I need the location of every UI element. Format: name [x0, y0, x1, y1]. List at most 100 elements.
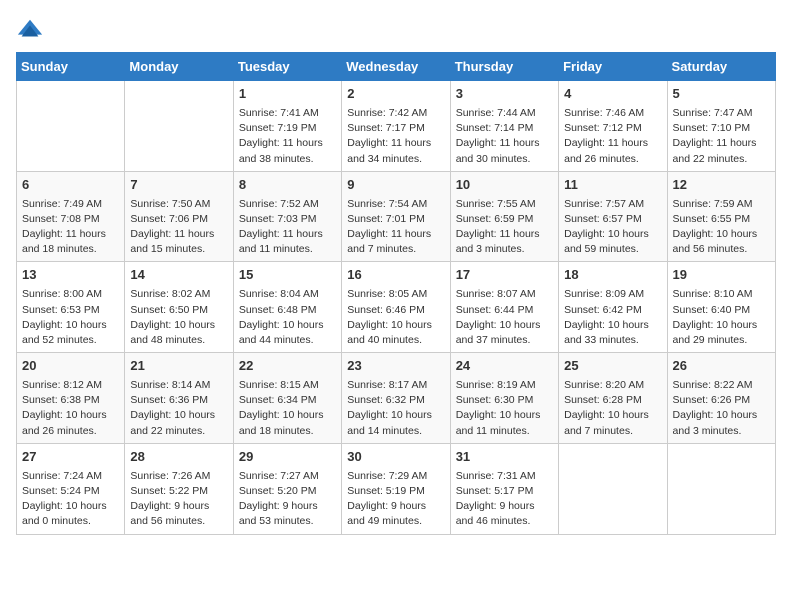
day-number: 29	[239, 448, 336, 467]
day-number: 16	[347, 266, 444, 285]
day-cell-26: 26 Sunrise: 8:22 AM Sunset: 6:26 PM Dayli…	[667, 353, 775, 444]
column-header-sunday: Sunday	[17, 53, 125, 81]
day-number: 25	[564, 357, 661, 376]
day-content: Sunrise: 8:15 AM Sunset: 6:34 PM Dayligh…	[239, 378, 336, 439]
day-cell-27: 27Sunrise: 7:24 AM Sunset: 5:24 PM Dayli…	[17, 443, 125, 534]
week-row-4: 20 Sunrise: 8:12 AM Sunset: 6:38 PM Dayli…	[17, 353, 776, 444]
day-cell-4: 4 Sunrise: 7:46 AM Sunset: 7:12 PM Daylig…	[559, 81, 667, 172]
day-cell-29: 29 Sunrise: 7:27 AM Sunset: 5:20 PM Dayli…	[233, 443, 341, 534]
week-row-5: 27Sunrise: 7:24 AM Sunset: 5:24 PM Dayli…	[17, 443, 776, 534]
day-cell-12: 12Sunrise: 7:59 AM Sunset: 6:55 PM Dayli…	[667, 171, 775, 262]
day-cell-23: 23 Sunrise: 8:17 AM Sunset: 6:32 PM Dayli…	[342, 353, 450, 444]
day-number: 30	[347, 448, 444, 467]
day-number: 23	[347, 357, 444, 376]
day-number: 18	[564, 266, 661, 285]
day-number: 31	[456, 448, 553, 467]
day-number: 27	[22, 448, 119, 467]
day-cell-2: 2 Sunrise: 7:42 AM Sunset: 7:17 PM Daylig…	[342, 81, 450, 172]
day-number: 20	[22, 357, 119, 376]
column-header-saturday: Saturday	[667, 53, 775, 81]
day-content: Sunrise: 8:00 AM Sunset: 6:53 PM Dayligh…	[22, 287, 119, 348]
day-cell-31: 31 Sunrise: 7:31 AM Sunset: 5:17 PM Dayli…	[450, 443, 558, 534]
day-number: 9	[347, 176, 444, 195]
day-cell-14: 14 Sunrise: 8:02 AM Sunset: 6:50 PM Dayli…	[125, 262, 233, 353]
day-content: Sunrise: 7:29 AM Sunset: 5:19 PM Dayligh…	[347, 469, 444, 530]
day-number: 14	[130, 266, 227, 285]
day-number: 4	[564, 85, 661, 104]
day-cell-22: 22 Sunrise: 8:15 AM Sunset: 6:34 PM Dayli…	[233, 353, 341, 444]
day-cell-7: 7Sunrise: 7:50 AM Sunset: 7:06 PM Daylig…	[125, 171, 233, 262]
empty-cell	[17, 81, 125, 172]
day-cell-5: 5Sunrise: 7:47 AM Sunset: 7:10 PM Daylig…	[667, 81, 775, 172]
day-content: Sunrise: 7:46 AM Sunset: 7:12 PM Dayligh…	[564, 106, 661, 167]
day-content: Sunrise: 8:10 AM Sunset: 6:40 PM Dayligh…	[673, 287, 770, 348]
week-row-3: 13 Sunrise: 8:00 AM Sunset: 6:53 PM Dayli…	[17, 262, 776, 353]
day-number: 1	[239, 85, 336, 104]
day-number: 11	[564, 176, 661, 195]
day-number: 10	[456, 176, 553, 195]
logo-icon	[16, 16, 44, 44]
day-cell-17: 17Sunrise: 8:07 AM Sunset: 6:44 PM Dayli…	[450, 262, 558, 353]
day-number: 15	[239, 266, 336, 285]
day-content: Sunrise: 8:02 AM Sunset: 6:50 PM Dayligh…	[130, 287, 227, 348]
day-content: Sunrise: 7:55 AM Sunset: 6:59 PM Dayligh…	[456, 197, 553, 258]
day-content: Sunrise: 8:09 AM Sunset: 6:42 PM Dayligh…	[564, 287, 661, 348]
day-content: Sunrise: 7:49 AM Sunset: 7:08 PM Dayligh…	[22, 197, 119, 258]
day-content: Sunrise: 8:22 AM Sunset: 6:26 PM Dayligh…	[673, 378, 770, 439]
day-cell-9: 9 Sunrise: 7:54 AM Sunset: 7:01 PM Daylig…	[342, 171, 450, 262]
day-content: Sunrise: 7:54 AM Sunset: 7:01 PM Dayligh…	[347, 197, 444, 258]
day-cell-16: 16 Sunrise: 8:05 AM Sunset: 6:46 PM Dayli…	[342, 262, 450, 353]
day-cell-21: 21 Sunrise: 8:14 AM Sunset: 6:36 PM Dayli…	[125, 353, 233, 444]
day-content: Sunrise: 7:27 AM Sunset: 5:20 PM Dayligh…	[239, 469, 336, 530]
day-number: 13	[22, 266, 119, 285]
day-cell-20: 20 Sunrise: 8:12 AM Sunset: 6:38 PM Dayli…	[17, 353, 125, 444]
day-number: 22	[239, 357, 336, 376]
day-number: 6	[22, 176, 119, 195]
empty-cell	[667, 443, 775, 534]
day-number: 8	[239, 176, 336, 195]
day-content: Sunrise: 7:42 AM Sunset: 7:17 PM Dayligh…	[347, 106, 444, 167]
page-header	[16, 16, 776, 44]
column-header-thursday: Thursday	[450, 53, 558, 81]
day-cell-18: 18 Sunrise: 8:09 AM Sunset: 6:42 PM Dayli…	[559, 262, 667, 353]
empty-cell	[125, 81, 233, 172]
day-content: Sunrise: 7:57 AM Sunset: 6:57 PM Dayligh…	[564, 197, 661, 258]
week-row-2: 6 Sunrise: 7:49 AM Sunset: 7:08 PM Daylig…	[17, 171, 776, 262]
day-cell-28: 28 Sunrise: 7:26 AM Sunset: 5:22 PM Dayli…	[125, 443, 233, 534]
day-content: Sunrise: 7:47 AM Sunset: 7:10 PM Dayligh…	[673, 106, 770, 167]
day-cell-8: 8 Sunrise: 7:52 AM Sunset: 7:03 PM Daylig…	[233, 171, 341, 262]
day-number: 17	[456, 266, 553, 285]
day-cell-30: 30 Sunrise: 7:29 AM Sunset: 5:19 PM Dayli…	[342, 443, 450, 534]
day-number: 24	[456, 357, 553, 376]
empty-cell	[559, 443, 667, 534]
day-content: Sunrise: 8:17 AM Sunset: 6:32 PM Dayligh…	[347, 378, 444, 439]
day-cell-11: 11 Sunrise: 7:57 AM Sunset: 6:57 PM Dayli…	[559, 171, 667, 262]
column-header-monday: Monday	[125, 53, 233, 81]
calendar-table: SundayMondayTuesdayWednesdayThursdayFrid…	[16, 52, 776, 535]
day-number: 3	[456, 85, 553, 104]
day-content: Sunrise: 8:05 AM Sunset: 6:46 PM Dayligh…	[347, 287, 444, 348]
day-content: Sunrise: 8:14 AM Sunset: 6:36 PM Dayligh…	[130, 378, 227, 439]
logo	[16, 16, 46, 44]
day-content: Sunrise: 8:20 AM Sunset: 6:28 PM Dayligh…	[564, 378, 661, 439]
day-number: 28	[130, 448, 227, 467]
day-number: 12	[673, 176, 770, 195]
day-cell-15: 15 Sunrise: 8:04 AM Sunset: 6:48 PM Dayli…	[233, 262, 341, 353]
day-cell-10: 10 Sunrise: 7:55 AM Sunset: 6:59 PM Dayli…	[450, 171, 558, 262]
day-content: Sunrise: 8:04 AM Sunset: 6:48 PM Dayligh…	[239, 287, 336, 348]
day-cell-25: 25 Sunrise: 8:20 AM Sunset: 6:28 PM Dayli…	[559, 353, 667, 444]
day-cell-24: 24Sunrise: 8:19 AM Sunset: 6:30 PM Dayli…	[450, 353, 558, 444]
day-content: Sunrise: 7:26 AM Sunset: 5:22 PM Dayligh…	[130, 469, 227, 530]
day-content: Sunrise: 7:44 AM Sunset: 7:14 PM Dayligh…	[456, 106, 553, 167]
day-cell-6: 6 Sunrise: 7:49 AM Sunset: 7:08 PM Daylig…	[17, 171, 125, 262]
day-number: 26	[673, 357, 770, 376]
day-number: 7	[130, 176, 227, 195]
column-header-tuesday: Tuesday	[233, 53, 341, 81]
day-content: Sunrise: 7:41 AM Sunset: 7:19 PM Dayligh…	[239, 106, 336, 167]
day-number: 2	[347, 85, 444, 104]
day-content: Sunrise: 7:52 AM Sunset: 7:03 PM Dayligh…	[239, 197, 336, 258]
day-content: Sunrise: 7:31 AM Sunset: 5:17 PM Dayligh…	[456, 469, 553, 530]
day-cell-19: 19Sunrise: 8:10 AM Sunset: 6:40 PM Dayli…	[667, 262, 775, 353]
day-content: Sunrise: 8:12 AM Sunset: 6:38 PM Dayligh…	[22, 378, 119, 439]
day-number: 21	[130, 357, 227, 376]
